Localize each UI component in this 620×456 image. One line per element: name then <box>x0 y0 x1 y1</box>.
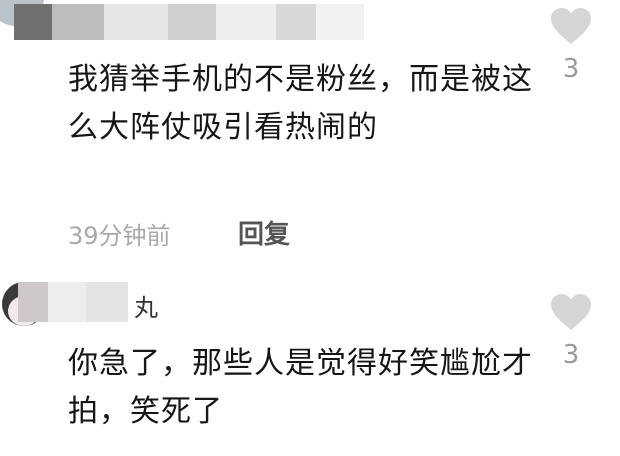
reply-button[interactable]: 回复 <box>238 214 290 251</box>
username[interactable]: 丸 <box>134 288 158 323</box>
heart-icon <box>548 292 594 332</box>
like-button[interactable]: 3 <box>548 6 594 84</box>
redacted-username <box>14 4 364 40</box>
redacted-username <box>18 282 128 322</box>
comment-text: 我猜举手机的不是粉丝，而是被这么大阵仗吸引看热闹的 <box>68 62 533 145</box>
like-count: 3 <box>562 54 580 84</box>
comment-timestamp: 39分钟前 <box>68 222 171 250</box>
comment-item: 我猜举手机的不是粉丝，而是被这么大阵仗吸引看热闹的 39分钟前 回复 3 <box>0 0 620 262</box>
like-button[interactable]: 3 <box>548 292 594 370</box>
heart-icon <box>548 6 594 46</box>
like-count: 3 <box>562 340 580 370</box>
comment-item: 丸 你急了，那些人是觉得好笑尴尬才拍，笑死了 3 <box>0 262 620 456</box>
comment-text: 你急了，那些人是觉得好笑尴尬才拍，笑死了 <box>68 346 533 429</box>
